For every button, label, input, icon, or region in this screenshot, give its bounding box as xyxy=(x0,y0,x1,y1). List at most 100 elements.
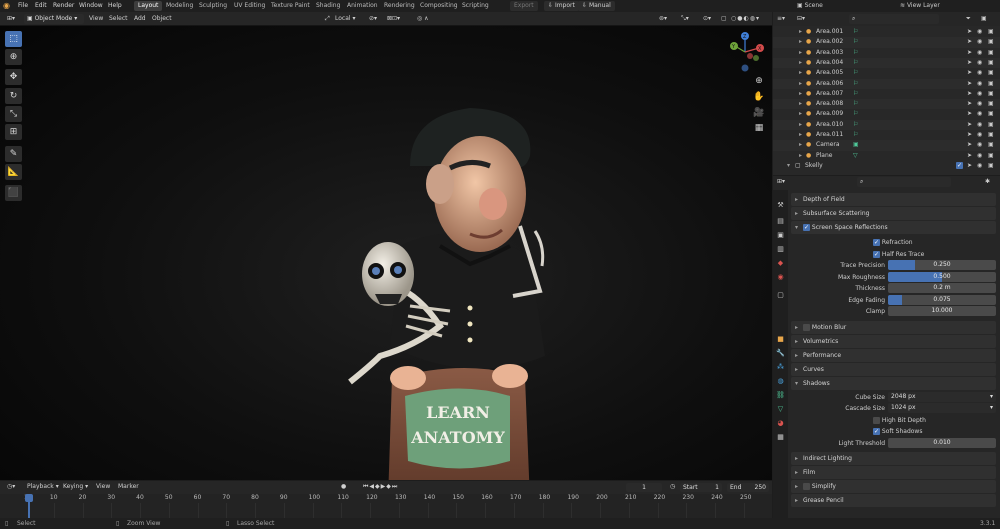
panel-performance[interactable]: ▸ Performance xyxy=(791,348,996,362)
tab-texture-paint[interactable]: Texture Paint xyxy=(267,1,314,11)
checkbox-row[interactable]: ✓ Refraction xyxy=(791,237,996,248)
blender-logo-icon[interactable]: ◉ xyxy=(3,1,13,11)
pan-hand-icon[interactable]: ✋ xyxy=(753,91,765,103)
expand-chevron-icon[interactable]: ▸ xyxy=(799,48,802,58)
selectable-icon[interactable]: ➤ xyxy=(967,58,972,68)
visibility-eye-icon[interactable]: ◉ xyxy=(977,68,982,78)
tab-modeling[interactable]: Modeling xyxy=(162,1,197,11)
menu-file[interactable]: File xyxy=(15,1,31,11)
record-icon[interactable]: ● xyxy=(338,482,349,492)
particles-tab-icon[interactable]: ⁂ xyxy=(775,362,786,373)
selectable-icon[interactable]: ➤ xyxy=(967,120,972,130)
value-slider[interactable]: 0.500 xyxy=(888,271,996,282)
visibility-eye-icon[interactable]: ◉ xyxy=(977,130,982,140)
outliner-editor-icon[interactable]: ≡▾ xyxy=(777,14,785,24)
tab-animation[interactable]: Animation xyxy=(343,1,382,11)
value-slider[interactable]: 10.000 xyxy=(888,306,996,316)
expand-chevron-icon[interactable]: ▸ xyxy=(799,99,802,109)
outliner-row[interactable]: ▸ ● Area.002 ⚐ ➤ ◉ ▣ xyxy=(773,37,1000,48)
outliner-item-name[interactable]: Area.011 xyxy=(816,130,843,140)
visibility-eye-icon[interactable]: ◉ xyxy=(977,140,982,150)
panel-indirect-lighting[interactable]: ▸ Indirect Lighting xyxy=(791,452,996,465)
expand-chevron-icon[interactable]: ▸ xyxy=(799,120,802,130)
selectable-icon[interactable]: ➤ xyxy=(967,161,972,171)
render-camera-icon[interactable]: ▣ xyxy=(988,27,994,37)
collection-name[interactable]: Skelly xyxy=(805,161,823,171)
expand-chevron-icon[interactable]: ▸ xyxy=(799,151,802,161)
scene-tab-icon[interactable]: ◆ xyxy=(775,258,786,269)
menu-add[interactable]: Add xyxy=(131,14,149,24)
panel-checkbox[interactable]: ✓ xyxy=(803,224,810,231)
outliner-item-name[interactable]: Area.005 xyxy=(816,68,843,78)
outliner-row[interactable]: ▸ ● Area.011 ⚐ ➤ ◉ ▣ xyxy=(773,130,1000,140)
outliner-row[interactable]: ▸ ● Area.004 ⚐ ➤ ◉ ▣ xyxy=(773,57,1000,69)
visibility-eye-icon[interactable]: ◉ xyxy=(977,89,982,99)
measure-tool-icon[interactable]: 📐 xyxy=(5,164,22,180)
tool-tab-icon[interactable]: ⚒ xyxy=(775,200,786,211)
outliner-item-name[interactable]: Camera xyxy=(816,140,840,150)
panel-simplify[interactable]: ▸ Simplify xyxy=(791,480,996,493)
playback-controls-icon[interactable]: ⏮◀◆▶◆⏭ xyxy=(360,482,401,492)
outliner[interactable]: ≡▾ ⊟▾ ⌕ ⏷ ▣ ▸ ● Area.001 ⚐ ➤ ◉ ▣ ▸ ● Area.002 ⚐ ➤ ◉ ▣… xyxy=(773,12,1000,175)
tab-uv-editing[interactable]: UV Editing xyxy=(230,1,269,11)
menu-object[interactable]: Object xyxy=(149,14,175,24)
menu-playback[interactable]: Playback ▾ xyxy=(24,482,62,492)
selectable-icon[interactable]: ➤ xyxy=(967,37,972,47)
outliner-row[interactable]: ▸ ● Area.005 ⚐ ➤ ◉ ▣ xyxy=(773,68,1000,78)
outliner-item-name[interactable]: Area.007 xyxy=(816,89,843,99)
render-camera-icon[interactable]: ▣ xyxy=(988,120,994,130)
gizmo-neg-x[interactable] xyxy=(747,53,753,59)
render-camera-icon[interactable]: ▣ xyxy=(988,79,994,89)
selectable-icon[interactable]: ➤ xyxy=(967,151,972,161)
outliner-item-name[interactable]: Area.008 xyxy=(816,99,843,109)
panel-grease-pencil[interactable]: ▸ Grease Pencil xyxy=(791,494,996,507)
expand-chevron-icon[interactable]: ▸ xyxy=(799,140,802,150)
visibility-eye-icon[interactable]: ◉ xyxy=(977,58,982,68)
visibility-eye-icon[interactable]: ◉ xyxy=(977,37,982,47)
texture-tab-icon[interactable]: ▦ xyxy=(775,432,786,443)
timeline-track[interactable]: 1102030405060708090100110120130140150160… xyxy=(0,494,772,518)
menu-timeline-view[interactable]: View xyxy=(93,482,113,492)
properties-search-input[interactable]: ⌕ xyxy=(857,177,951,187)
checkbox[interactable]: ✓ xyxy=(873,239,880,246)
tab-compositing[interactable]: Compositing xyxy=(416,1,462,11)
collection-checkbox[interactable]: ✓ xyxy=(956,161,963,171)
visibility-eye-icon[interactable]: ◉ xyxy=(977,48,982,58)
panel-depth-of-field[interactable]: ▸ Depth of Field xyxy=(791,193,996,206)
selectable-icon[interactable]: ➤ xyxy=(967,99,972,109)
visibility-eye-icon[interactable]: ◉ xyxy=(977,79,982,89)
checkbox-row[interactable]: ✓ Soft Shadows xyxy=(791,426,996,437)
outliner-search-input[interactable]: ⌕ xyxy=(849,14,939,24)
outliner-row[interactable]: ▸ ● Camera ▣ ➤ ◉ ▣ xyxy=(773,140,1000,151)
menu-edit[interactable]: Edit xyxy=(32,1,50,11)
outliner-item-name[interactable]: Area.002 xyxy=(816,37,843,47)
checkbox[interactable]: ✓ xyxy=(873,428,880,435)
dropdown-select[interactable]: 2048 px ▾ xyxy=(888,391,996,402)
selectable-icon[interactable]: ➤ xyxy=(967,27,972,37)
collection-tab-icon[interactable]: ▢ xyxy=(775,290,786,301)
camera-view-icon[interactable]: 🎥 xyxy=(753,107,765,119)
outliner-row[interactable]: ▸ ● Area.009 ⚐ ➤ ◉ ▣ xyxy=(773,109,1000,119)
data-tab-icon[interactable]: ▽ xyxy=(775,404,786,415)
render-camera-icon[interactable]: ▣ xyxy=(988,48,994,58)
expand-chevron-icon[interactable]: ▸ xyxy=(799,68,802,78)
expand-chevron-icon[interactable]: ▸ xyxy=(799,109,802,119)
cursor-tool-icon[interactable]: ⊕ xyxy=(5,49,22,65)
visibility-eye-icon[interactable]: ◉ xyxy=(977,120,982,130)
value-slider[interactable]: 0.250 xyxy=(888,260,996,270)
properties-editor[interactable]: ⊞▾ ⌕ ✱ ⚒ ▤ ▣ ▥ ◆ ◉ ▢ ■ 🔧 ⁂ ◍ ⛓ ▽ ◕ ▦ ▸ De… xyxy=(773,176,1000,518)
dropdown-select[interactable]: 1024 px ▾ xyxy=(888,403,996,413)
annotate-tool-icon[interactable]: ✎ xyxy=(5,146,22,162)
panel-shadows[interactable]: ▾ Shadows xyxy=(791,376,996,390)
outliner-item-name[interactable]: Area.004 xyxy=(816,58,843,68)
render-camera-icon[interactable]: ▣ xyxy=(988,130,994,140)
render-camera-icon[interactable]: ▣ xyxy=(988,151,994,161)
menu-view[interactable]: View xyxy=(86,14,106,24)
selectable-icon[interactable]: ➤ xyxy=(967,89,972,99)
expand-chevron-icon[interactable]: ▸ xyxy=(799,79,802,89)
selectable-icon[interactable]: ➤ xyxy=(967,68,972,78)
physics-tab-icon[interactable]: ◍ xyxy=(775,376,786,387)
gizmo-toggle-icon[interactable]: ⤡▾ xyxy=(678,14,692,24)
render-camera-icon[interactable]: ▣ xyxy=(988,37,994,47)
perspective-grid-icon[interactable]: ▦ xyxy=(753,122,765,134)
